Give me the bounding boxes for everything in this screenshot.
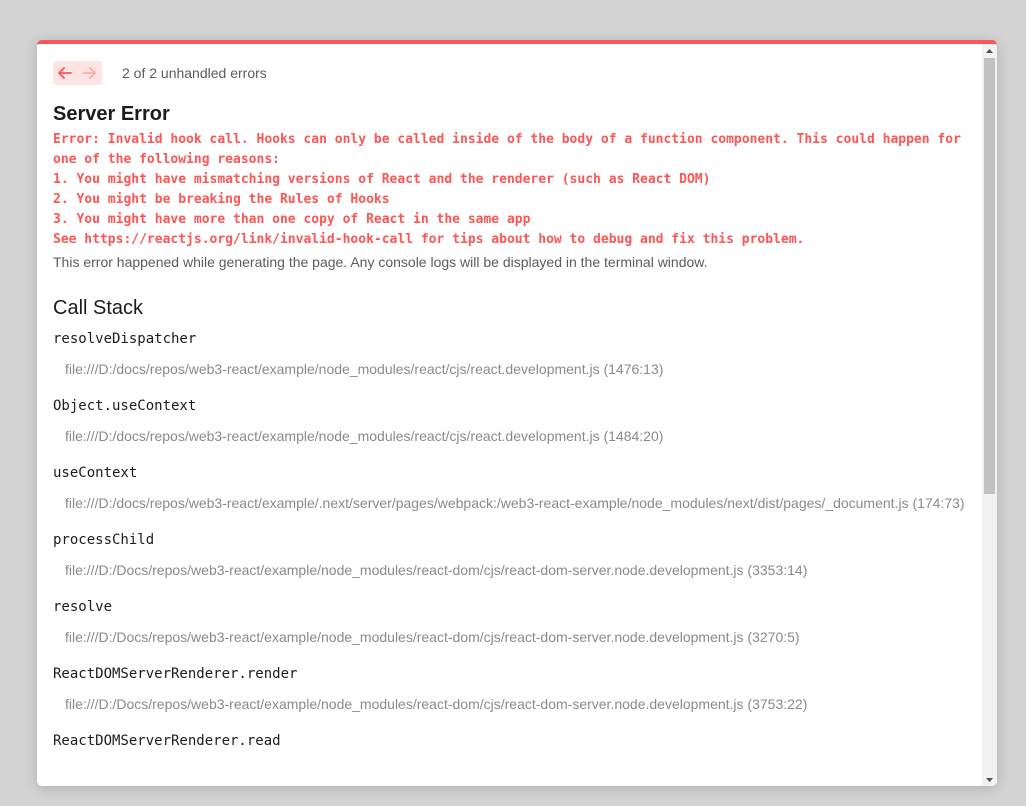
scrollbar-thumb[interactable] (984, 58, 995, 494)
stack-frame-function: ReactDOMServerRenderer.read (53, 733, 281, 749)
stack-frame-location[interactable]: file:///D:/Docs/repos/web3-react/example… (53, 627, 966, 648)
stack-frame-function: ReactDOMServerRenderer.render (53, 666, 298, 682)
stack-frame-function: processChild (53, 532, 155, 548)
error-message: Error: Invalid hook call. Hooks can only… (53, 130, 966, 250)
stack-frame: processChild file:///D:/Docs/repos/web3-… (53, 530, 966, 581)
previous-error-button[interactable] (53, 61, 77, 85)
error-count-label: 2 of 2 unhandled errors (122, 65, 267, 81)
scroll-down-icon[interactable] (982, 773, 997, 786)
stack-frame-location[interactable]: file:///D:/docs/repos/web3-react/example… (53, 493, 966, 514)
stack-frame-location[interactable]: file:///D:/docs/repos/web3-react/example… (53, 359, 966, 380)
stack-frame: ReactDOMServerRenderer.read (53, 731, 966, 751)
error-overlay-dialog: 2 of 2 unhandled errors Server Error Err… (37, 40, 997, 786)
stack-frame-function: Object.useContext (53, 398, 197, 414)
call-stack-list: resolveDispatcher file:///D:/docs/repos/… (53, 329, 966, 751)
error-note: This error happened while generating the… (53, 254, 708, 270)
stack-frame-location[interactable]: file:///D:/Docs/repos/web3-react/example… (53, 694, 966, 715)
error-message-line: 2. You might be breaking the Rules of Ho… (53, 192, 390, 207)
stack-frame: useContext file:///D:/docs/repos/web3-re… (53, 463, 966, 514)
error-message-line: Error: Invalid hook call. Hooks can only… (53, 132, 961, 147)
call-stack-title: Call Stack (53, 297, 144, 319)
scroll-up-icon[interactable] (982, 44, 997, 57)
stack-frame-function: useContext (53, 465, 138, 481)
stack-frame-function: resolveDispatcher (53, 331, 197, 347)
vertical-scrollbar[interactable] (982, 44, 997, 786)
stack-frame: resolveDispatcher file:///D:/docs/repos/… (53, 329, 966, 380)
stack-frame-location[interactable]: file:///D:/Docs/repos/web3-react/example… (53, 560, 966, 581)
error-message-line: See https://reactjs.org/link/invalid-hoo… (53, 232, 805, 247)
error-message-line: 3. You might have more than one copy of … (53, 212, 531, 227)
error-message-line: 1. You might have mismatching versions o… (53, 172, 711, 187)
error-title: Server Error (53, 103, 170, 125)
stack-frame-function: resolve (53, 599, 113, 615)
error-navigation: 2 of 2 unhandled errors (53, 61, 966, 85)
next-error-button[interactable] (77, 61, 101, 85)
arrow-right-icon (82, 67, 96, 79)
error-message-line: one of the following reasons: (53, 152, 280, 167)
dialog-content: 2 of 2 unhandled errors Server Error Err… (37, 44, 982, 786)
error-nav-buttons (53, 61, 102, 85)
arrow-left-icon (58, 67, 72, 79)
stack-frame: Object.useContext file:///D:/docs/repos/… (53, 396, 966, 447)
stack-frame: ReactDOMServerRenderer.render file:///D:… (53, 664, 966, 715)
stack-frame-location[interactable]: file:///D:/docs/repos/web3-react/example… (53, 426, 966, 447)
stack-frame: resolve file:///D:/Docs/repos/web3-react… (53, 597, 966, 648)
